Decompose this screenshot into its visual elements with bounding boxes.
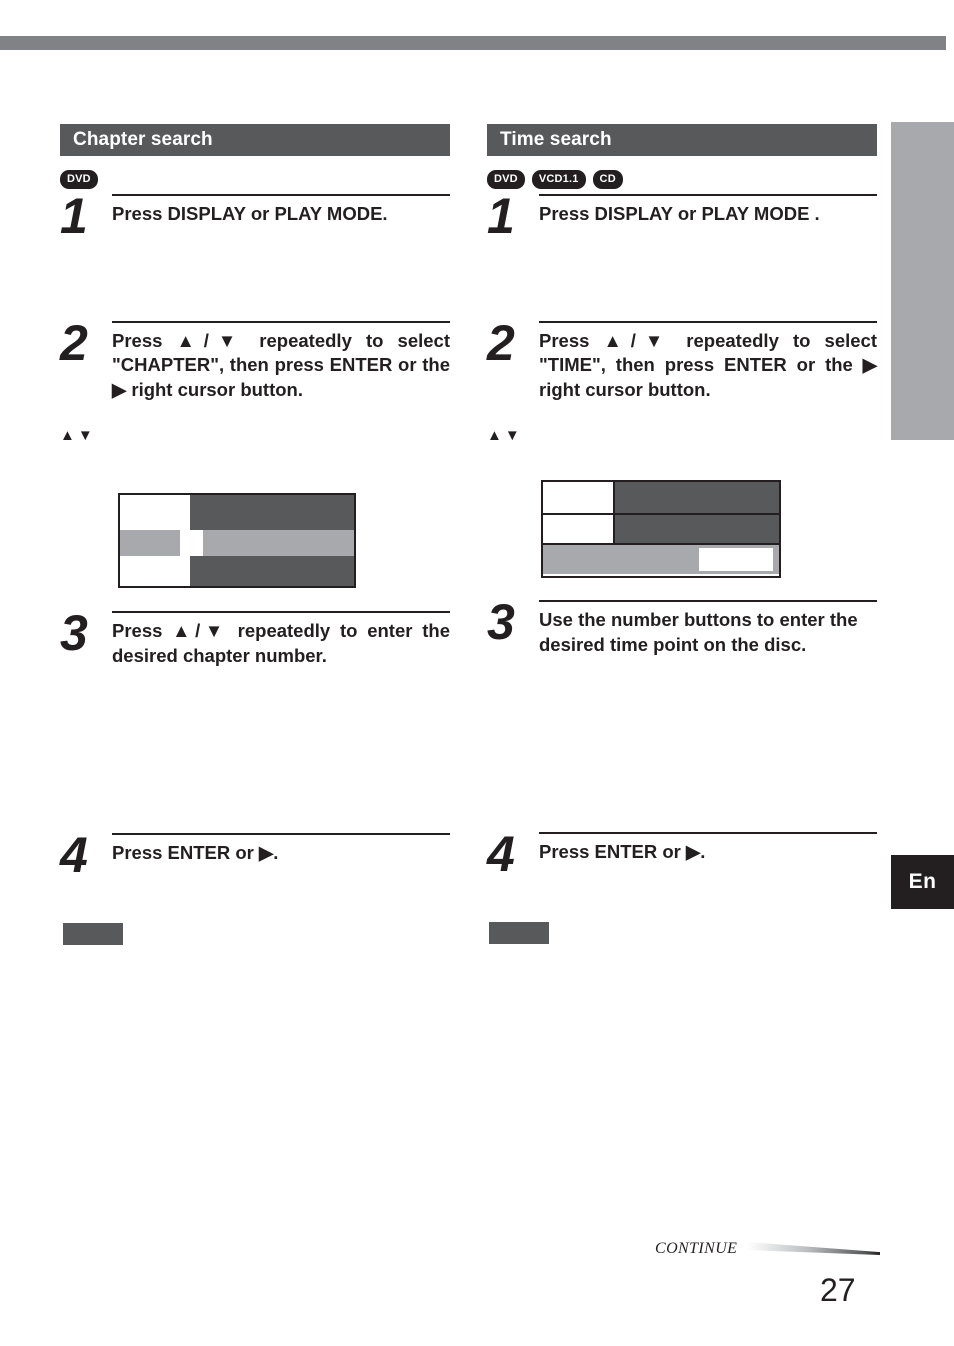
- osd-row: [543, 515, 779, 546]
- osd-cell-value: [615, 482, 779, 514]
- step-text: Press ▲/▼ repeatedly to enter the desire…: [112, 620, 450, 666]
- step-number: 4: [60, 827, 88, 884]
- osd-row: [120, 556, 354, 587]
- osd-row: [543, 482, 779, 516]
- disc-badge-cd: CD: [592, 169, 623, 189]
- osd-cell-label: [543, 482, 615, 514]
- osd-cell-value: [615, 515, 779, 544]
- step-text: Press ENTER or ▶.: [539, 841, 706, 863]
- step-body: Press ▲/▼ repeatedly to select "CHAPTER"…: [112, 321, 450, 402]
- right-edge-gray-block: [891, 122, 954, 440]
- step-number: 3: [487, 594, 515, 651]
- osd-row-highlighted: [120, 530, 354, 557]
- disc-badges-chapter-search: DVD: [60, 169, 450, 189]
- step-number: 3: [60, 605, 88, 662]
- osd-diagram-chapter: [118, 493, 356, 589]
- osd-cell-entry: [699, 548, 773, 572]
- gray-stub-block: [489, 922, 549, 945]
- step-3-time: 3 Use the number buttons to enter the de…: [487, 594, 877, 657]
- step-1-time: 1 Press DISPLAY or PLAY MODE .: [487, 188, 877, 244]
- disc-badge-vcd11: VCD1.1: [531, 169, 586, 189]
- step-3-chapter: 3 Press ▲/▼ repeatedly to enter the desi…: [60, 605, 450, 668]
- continue-label: CONTINUE: [655, 1240, 738, 1257]
- step-number: 1: [487, 188, 515, 244]
- step-text: Use the number buttons to enter the desi…: [539, 609, 858, 655]
- osd-cell-label: [120, 556, 190, 587]
- step-body: Press ▲/▼ repeatedly to enter the desire…: [112, 611, 450, 668]
- section-heading-chapter-search: Chapter search: [60, 124, 450, 156]
- osd-cell-value: [190, 495, 354, 531]
- osd-cell-label: [120, 530, 180, 557]
- continue-marker: CONTINUE: [655, 1238, 880, 1262]
- gray-stub-block: [63, 923, 123, 946]
- step-body: Press DISPLAY or PLAY MODE .: [539, 194, 877, 226]
- step-number: 1: [60, 188, 88, 244]
- step-body: Press ▲/▼ repeatedly to select "TIME", t…: [539, 321, 877, 402]
- disc-badge-dvd: DVD: [487, 169, 525, 189]
- osd-cell-value: [203, 530, 354, 557]
- step-2-chapter: 2 Press ▲/▼ repeatedly to select "CHAPTE…: [60, 315, 450, 402]
- osd-row: [120, 495, 354, 531]
- osd-cell-label: [120, 495, 190, 531]
- step-text: Press ENTER or ▶.: [112, 842, 279, 864]
- step-text: Press DISPLAY or PLAY MODE .: [539, 203, 820, 224]
- step-number: 2: [487, 315, 515, 371]
- step-4-chapter: 4 Press ENTER or ▶.: [60, 827, 450, 884]
- step-1-chapter: 1 Press DISPLAY or PLAY MODE.: [60, 188, 450, 244]
- step-number: 4: [487, 826, 515, 883]
- page-number: 27: [820, 1272, 856, 1308]
- section-time-search: Time search DVD VCD1.1 CD 1 Press DISPLA…: [487, 124, 877, 945]
- disc-badges-time-search: DVD VCD1.1 CD: [487, 169, 877, 189]
- step-2-time: 2 Press ▲/▼ repeatedly to select "TIME",…: [487, 315, 877, 402]
- osd-cell-label: [543, 515, 615, 544]
- step-number: 2: [60, 315, 88, 371]
- step-body: Press ENTER or ▶.: [112, 833, 450, 865]
- updown-cursor-icon: ▲▼: [487, 427, 523, 445]
- osd-cell-value: [190, 556, 354, 587]
- osd-diagram-time: [541, 480, 781, 579]
- step-body: Press DISPLAY or PLAY MODE.: [112, 194, 450, 226]
- osd-row-highlighted: [543, 545, 779, 575]
- step-4-time: 4 Press ENTER or ▶.: [487, 826, 877, 883]
- osd-cell-label: [547, 548, 699, 572]
- section-heading-time-search: Time search: [487, 124, 877, 156]
- step-text: Press ▲/▼ repeatedly to select "CHAPTER"…: [112, 330, 450, 400]
- continue-wedge-icon: [747, 1242, 880, 1255]
- step-text: Press DISPLAY or PLAY MODE.: [112, 203, 388, 224]
- disc-badge-dvd: DVD: [60, 169, 98, 189]
- updown-cursor-icon: ▲▼: [60, 427, 96, 445]
- step-text: Press ▲/▼ repeatedly to select "TIME", t…: [539, 330, 877, 400]
- step-body: Use the number buttons to enter the desi…: [539, 600, 877, 657]
- step-body: Press ENTER or ▶.: [539, 832, 877, 864]
- osd-cell-cursor: [180, 530, 203, 557]
- top-rule-bar: [0, 36, 946, 50]
- section-chapter-search: Chapter search DVD 1 Press DISPLAY or PL…: [60, 124, 450, 946]
- language-tab: En: [891, 855, 954, 909]
